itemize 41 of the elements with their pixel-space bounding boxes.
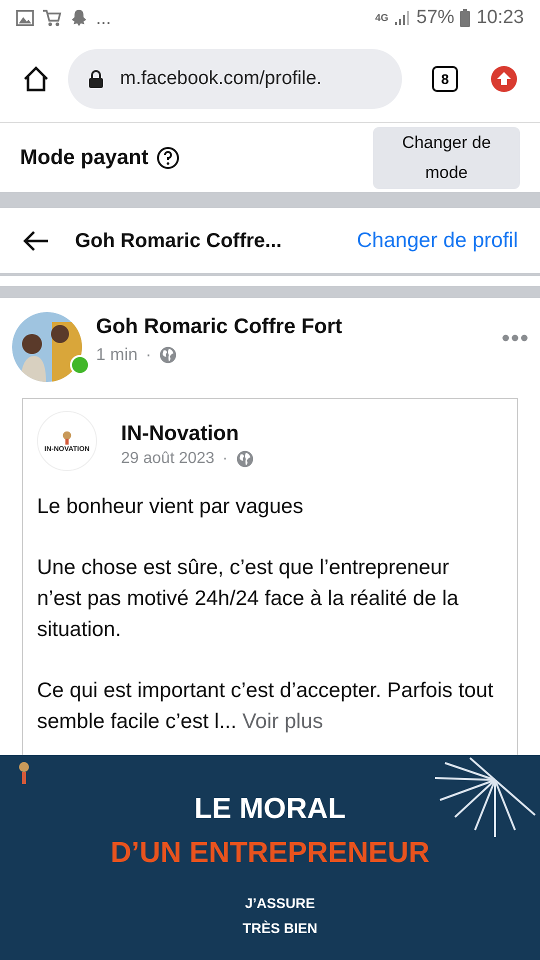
more-options-icon[interactable] <box>502 334 528 342</box>
lightbulb-icon <box>18 761 30 785</box>
battery-percent: 57% <box>416 6 454 30</box>
url-text: m.facebook.com/profile. <box>120 66 322 91</box>
ghost-icon <box>70 9 88 27</box>
shared-post-date: 29 août 2023 <box>121 449 214 469</box>
tab-count[interactable]: 8 <box>432 66 458 92</box>
image-label: J’ASSURE <box>244 894 316 913</box>
image-label: TRÈS BIEN <box>242 919 318 938</box>
signal-icon <box>394 10 410 26</box>
author-name[interactable]: Goh Romaric Coffre Fort <box>96 312 342 342</box>
lightbulb-icon <box>62 430 72 446</box>
address-bar[interactable]: m.facebook.com/profile. <box>68 49 402 109</box>
battery-icon <box>460 9 470 27</box>
profile-name: Goh Romaric Coffre... <box>75 228 282 254</box>
network-label: 4G <box>375 12 388 26</box>
cart-icon <box>42 9 62 27</box>
avatar[interactable] <box>12 312 82 382</box>
post-text: Le bonheur vient par vagues <box>37 494 304 520</box>
image-icon <box>16 10 34 26</box>
help-icon[interactable] <box>156 146 180 170</box>
mode-title: Mode payant <box>20 144 148 171</box>
globe-icon <box>236 450 254 468</box>
post-text: Une chose est sûre, c’est que l’entrepreneur n’est pas motivé 24h/24 face à la réalité de la situation. <box>37 555 460 643</box>
change-mode-button[interactable]: Changer de mode <box>373 126 520 188</box>
image-title: LE MORAL <box>194 792 346 827</box>
page-name[interactable]: IN-Novation <box>121 421 254 447</box>
lock-icon <box>88 70 104 88</box>
post-text: Ce qui est important c’est d’accepter. Parfois tout semble facile c’est l... Voir plus <box>37 678 494 735</box>
separator-dot: · <box>146 344 152 366</box>
back-icon[interactable] <box>22 228 50 252</box>
change-profile-link[interactable]: Changer de profil <box>356 224 518 256</box>
post-time: 1 min <box>96 344 138 366</box>
separator-dot: · <box>222 449 228 469</box>
image-subtitle: D’UN ENTREPRENEUR <box>110 836 430 871</box>
more-notifications: ... <box>96 9 112 27</box>
globe-icon <box>159 346 178 364</box>
clock: 10:23 <box>476 6 524 30</box>
see-more-link[interactable]: Voir plus <box>242 710 323 733</box>
home-icon[interactable] <box>22 65 50 93</box>
upload-icon[interactable] <box>490 65 518 93</box>
